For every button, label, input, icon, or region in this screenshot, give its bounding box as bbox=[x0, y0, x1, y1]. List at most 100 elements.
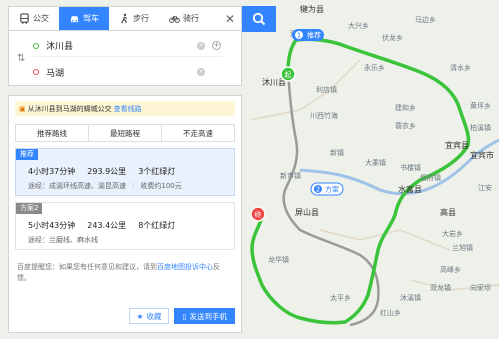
map-place-label: 高峰乡 bbox=[440, 265, 461, 274]
bus-notice-text: 从沐川县到马湖的蝴城公交 bbox=[27, 104, 112, 113]
route-label-recommend[interactable]: 1 推荐 bbox=[292, 29, 324, 41]
search-button[interactable] bbox=[242, 6, 276, 32]
mode-bus[interactable]: 公交 bbox=[9, 7, 59, 31]
tab-no-highway[interactable]: 不走高速 bbox=[162, 125, 234, 141]
collect-button[interactable]: ★ 收藏 bbox=[128, 308, 170, 324]
start-marker[interactable]: 起 bbox=[280, 66, 296, 82]
map-place-label: 新镇 bbox=[330, 148, 344, 157]
mode-car[interactable]: 驾车 bbox=[59, 6, 109, 31]
map-place-label: 高县 bbox=[440, 207, 456, 217]
map-place-label: 江安 bbox=[478, 183, 492, 192]
route-badge: 推荐 bbox=[16, 149, 38, 160]
map-place-label: 沐溪镇 bbox=[400, 293, 421, 302]
mode-bike[interactable]: 骑行 bbox=[159, 7, 209, 31]
map-place-label: 屏山县 bbox=[295, 207, 319, 217]
walk-icon bbox=[121, 13, 128, 24]
route-via: 成渝环线高速、渝昆高速 bbox=[49, 182, 126, 190]
route-label-plan2[interactable]: 2 方案 bbox=[310, 182, 344, 196]
close-icon[interactable]: ✕ bbox=[219, 7, 241, 31]
svg-text:1: 1 bbox=[297, 32, 301, 40]
svg-text:方案: 方案 bbox=[325, 185, 339, 194]
tip-text: 百度提醒您：如果您有任何意见和建议，请到 bbox=[17, 263, 157, 271]
route-toll: 收费约100元 bbox=[140, 182, 182, 190]
map-place-label: 双龙镇 bbox=[430, 283, 451, 292]
svg-text:终: 终 bbox=[255, 210, 262, 219]
svg-text:起: 起 bbox=[285, 71, 292, 79]
map-place-label: 新市镇 bbox=[280, 171, 301, 180]
end-marker[interactable]: 终 bbox=[250, 206, 266, 222]
map-place-label: 向家坝 bbox=[470, 283, 491, 292]
map-place-label: 叙府镇 bbox=[420, 173, 441, 182]
feedback-tip: 百度提醒您：如果您有任何意见和建议，请到百度地图投诉中心反馈。 bbox=[17, 262, 233, 284]
route-search-panel: 公交 驾车 步行 骑行 ✕ ⇅ 沐川县 × + 马湖 × bbox=[8, 6, 242, 86]
bike-icon bbox=[169, 16, 180, 23]
map-place-label: 龙华镇 bbox=[268, 255, 289, 264]
map-place-label: 大兴乡 bbox=[348, 21, 369, 30]
map-place-label: 川西竹海 bbox=[310, 111, 338, 120]
route-distance: 243.4公里 bbox=[87, 221, 127, 230]
route-badge: 方案2 bbox=[16, 203, 43, 214]
route-results: ▣ 从沐川县到马湖的蝴城公交 查看线路 推荐路线 最短路程 不走高速 推荐 4小… bbox=[8, 95, 242, 333]
star-icon: ★ bbox=[136, 311, 144, 321]
mode-bus-label: 公交 bbox=[33, 14, 49, 23]
map-place-label: 清水乡 bbox=[450, 63, 471, 72]
map-place-label: 马边乡 bbox=[415, 15, 436, 24]
route-details: 途经：成渝环线高速、渝昆高速 | 收费约100元 bbox=[28, 181, 182, 190]
swap-icon[interactable]: ⇅ bbox=[17, 53, 25, 64]
map-place-label: 大乘镇 bbox=[365, 158, 386, 167]
start-value: 沐川县 bbox=[46, 42, 74, 52]
route-summary: 4小时37分钟 293.9公里 3个红绿灯 bbox=[28, 166, 175, 177]
collect-label: 收藏 bbox=[146, 311, 162, 321]
route-via: 兰磨线、麻水线 bbox=[49, 236, 98, 244]
action-bar: ★ 收藏 ▯ 发送到手机 bbox=[128, 308, 235, 324]
send-label: 发送到手机 bbox=[189, 311, 228, 321]
send-to-phone-button[interactable]: ▯ 发送到手机 bbox=[174, 308, 235, 324]
map-place-label: 建和乡 bbox=[395, 103, 416, 112]
route-summary: 5小时43分钟 243.4公里 8个红绿灯 bbox=[28, 220, 175, 231]
mode-walk-label: 步行 bbox=[133, 14, 149, 23]
map-place-label: 利店镇 bbox=[316, 85, 337, 94]
map-place-label: 太平乡 bbox=[330, 293, 351, 302]
route-time: 4小时37分钟 bbox=[28, 167, 76, 176]
map-place-label: 兰旭镇 bbox=[452, 243, 473, 252]
travel-mode-bar: 公交 驾车 步行 骑行 ✕ bbox=[8, 6, 242, 31]
mode-car-label: 驾车 bbox=[83, 14, 99, 23]
route-details: 途经：兰磨线、麻水线 bbox=[28, 235, 98, 245]
svg-text:推荐: 推荐 bbox=[307, 31, 321, 40]
svg-text:2: 2 bbox=[316, 186, 320, 194]
map-place-label: 伏龙乡 bbox=[382, 33, 403, 42]
start-dot-icon bbox=[33, 42, 39, 49]
route-option-1[interactable]: 推荐 4小时37分钟 293.9公里 3个红绿灯 途经：成渝环线高速、渝昆高速 … bbox=[15, 148, 235, 196]
route-inputs: ⇅ 沐川县 × + 马湖 × bbox=[8, 30, 242, 86]
map-place-label: 柏溪镇 bbox=[470, 123, 491, 132]
route-distance: 293.9公里 bbox=[87, 167, 127, 176]
add-waypoint-icon[interactable]: + bbox=[212, 41, 221, 50]
clear-start-icon[interactable]: × bbox=[197, 41, 205, 50]
map-place-label: 犍为县 bbox=[300, 4, 324, 14]
map-place-label: 大岩乡 bbox=[442, 229, 463, 238]
route-via-label: 途经： bbox=[28, 236, 49, 244]
tab-recommended[interactable]: 推荐路线 bbox=[16, 125, 89, 141]
mode-bike-label: 骑行 bbox=[183, 14, 199, 23]
mode-walk[interactable]: 步行 bbox=[109, 7, 159, 31]
bus-notice-icon: ▣ bbox=[19, 104, 26, 113]
map-place-label: 书楼镇 bbox=[400, 163, 421, 172]
clear-end-icon[interactable]: × bbox=[197, 68, 205, 76]
start-field[interactable]: 沐川县 × + bbox=[33, 35, 223, 57]
phone-icon: ▯ bbox=[182, 311, 187, 321]
map-place-label: 红山乡 bbox=[380, 308, 401, 317]
bus-icon bbox=[20, 13, 29, 24]
bus-notice: ▣ 从沐川县到马湖的蝴城公交 查看线路 bbox=[15, 101, 235, 116]
map-place-label: 蓑衣乡 bbox=[395, 121, 416, 130]
route-time: 5小时43分钟 bbox=[28, 221, 76, 230]
tip-link[interactable]: 百度地图投诉中心 bbox=[157, 263, 213, 271]
route-preference-tabs: 推荐路线 最短路程 不走高速 bbox=[15, 124, 235, 142]
route-option-2[interactable]: 方案2 5小时43分钟 243.4公里 8个红绿灯 途经：兰磨线、麻水线 bbox=[15, 202, 235, 250]
end-dot-icon bbox=[33, 69, 39, 75]
map-place-label: 宜宾市 bbox=[470, 150, 494, 160]
tab-shortest[interactable]: 最短路程 bbox=[89, 125, 162, 141]
map-place-label: 宜宾县 bbox=[445, 140, 469, 150]
end-field[interactable]: 马湖 × bbox=[33, 61, 223, 83]
map-place-label: 水富县 bbox=[398, 184, 422, 194]
bus-notice-link[interactable]: 查看线路 bbox=[114, 104, 142, 114]
